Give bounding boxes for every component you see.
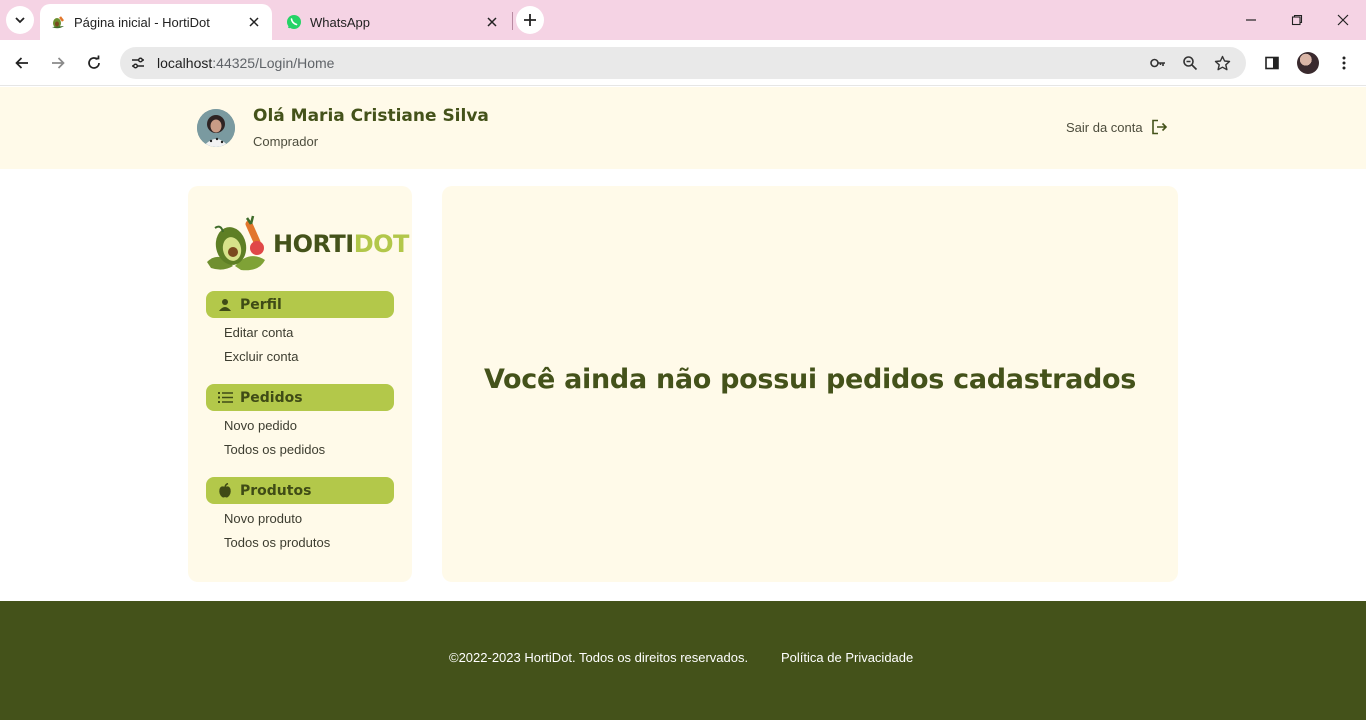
logout-icon bbox=[1149, 117, 1169, 137]
star-icon[interactable] bbox=[1212, 53, 1232, 73]
browser-tab-bar: Página inicial - HortiDot WhatsApp bbox=[0, 0, 1366, 40]
page-header: Olá Maria Cristiane Silva Comprador Sair… bbox=[0, 87, 1366, 169]
more-vert-icon bbox=[1342, 56, 1346, 70]
page-footer: ©2022-2023 HortiDot. Todos os direitos r… bbox=[0, 601, 1366, 720]
sidebar: HORTIDOT Perfil Editar conta Excluir con… bbox=[188, 186, 412, 582]
address-bar[interactable]: localhost:44325/Login/Home bbox=[120, 47, 1246, 79]
tab-search-button[interactable] bbox=[6, 6, 34, 34]
arrow-left-icon bbox=[15, 57, 28, 69]
password-key-icon[interactable] bbox=[1148, 53, 1168, 73]
hortidot-logo: HORTIDOT bbox=[205, 214, 409, 276]
url-text: localhost:44325/Login/Home bbox=[157, 55, 334, 71]
empty-orders-message: Você ainda não possui pedidos cadastrado… bbox=[483, 364, 1137, 395]
side-panel-icon bbox=[1265, 56, 1279, 70]
section-label: Pedidos bbox=[240, 389, 303, 406]
apple-icon bbox=[216, 482, 234, 500]
reload-icon bbox=[88, 55, 100, 69]
back-button[interactable] bbox=[8, 49, 36, 77]
tab-title: Página inicial - HortiDot bbox=[74, 14, 210, 30]
site-settings-icon[interactable] bbox=[128, 53, 148, 73]
close-window-button[interactable] bbox=[1331, 8, 1355, 32]
user-avatar bbox=[197, 109, 235, 147]
logout-label: Sair da conta bbox=[1066, 119, 1143, 135]
menu-item-todos-pedidos[interactable]: Todos os pedidos bbox=[224, 442, 325, 457]
logout-link[interactable]: Sair da conta bbox=[1066, 117, 1169, 137]
chevron-down-icon bbox=[15, 17, 25, 24]
user-role: Comprador bbox=[253, 134, 319, 149]
logo-avocado-icon bbox=[207, 215, 265, 271]
section-label: Produtos bbox=[240, 482, 312, 499]
user-icon bbox=[216, 296, 234, 314]
menu-item-novo-pedido[interactable]: Novo pedido bbox=[224, 418, 297, 433]
whatsapp-icon bbox=[286, 14, 302, 30]
browser-toolbar: localhost:44325/Login/Home bbox=[0, 40, 1366, 86]
arrow-right-icon bbox=[52, 57, 65, 69]
profile-avatar[interactable] bbox=[1297, 52, 1319, 74]
page-content: Olá Maria Cristiane Silva Comprador Sair… bbox=[0, 87, 1366, 720]
restore-icon bbox=[1291, 14, 1303, 26]
plus-icon bbox=[524, 14, 536, 26]
section-pedidos[interactable]: Pedidos bbox=[206, 384, 394, 411]
tab-hortidot[interactable]: Página inicial - HortiDot bbox=[40, 4, 272, 40]
url-path: :44325/Login/Home bbox=[212, 55, 335, 71]
minimize-button[interactable] bbox=[1239, 8, 1263, 32]
main-panel: Você ainda não possui pedidos cadastrado… bbox=[442, 186, 1178, 582]
menu-item-excluir-conta[interactable]: Excluir conta bbox=[224, 349, 298, 364]
hortidot-favicon-icon bbox=[50, 14, 66, 30]
minimize-icon bbox=[1246, 19, 1256, 21]
menu-item-novo-produto[interactable]: Novo produto bbox=[224, 511, 302, 526]
close-tab-icon[interactable] bbox=[244, 12, 264, 32]
close-tab-icon[interactable] bbox=[482, 12, 502, 32]
logo-text-dot: DOT bbox=[353, 230, 410, 258]
forward-button[interactable] bbox=[44, 49, 72, 77]
close-icon bbox=[1337, 14, 1349, 26]
privacy-policy-link[interactable]: Política de Privacidade bbox=[781, 650, 913, 665]
menu-item-todos-produtos[interactable]: Todos os produtos bbox=[224, 535, 330, 550]
menu-button[interactable] bbox=[1330, 49, 1358, 77]
section-perfil[interactable]: Perfil bbox=[206, 291, 394, 318]
new-tab-button[interactable] bbox=[516, 6, 544, 34]
logo-text-horti: HORTI bbox=[273, 230, 354, 258]
tab-separator bbox=[512, 12, 513, 30]
zoom-icon[interactable] bbox=[1180, 53, 1200, 73]
greeting-title: Olá Maria Cristiane Silva bbox=[253, 106, 489, 126]
tab-whatsapp[interactable]: WhatsApp bbox=[276, 4, 510, 40]
side-panel-button[interactable] bbox=[1258, 49, 1286, 77]
logo-text: HORTIDOT bbox=[273, 230, 409, 258]
list-icon bbox=[216, 389, 234, 407]
section-label: Perfil bbox=[240, 296, 282, 313]
reload-button[interactable] bbox=[80, 49, 108, 77]
section-produtos[interactable]: Produtos bbox=[206, 477, 394, 504]
restore-button[interactable] bbox=[1285, 8, 1309, 32]
menu-item-editar-conta[interactable]: Editar conta bbox=[224, 325, 293, 340]
url-host: localhost bbox=[157, 55, 213, 71]
copyright-text: ©2022-2023 HortiDot. Todos os direitos r… bbox=[449, 650, 749, 665]
tab-title: WhatsApp bbox=[310, 14, 370, 30]
